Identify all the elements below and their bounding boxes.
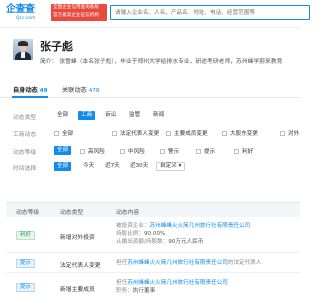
tab-count: 478 bbox=[88, 88, 100, 94]
dynamic-content: 担任苏州峰峰火火简几州旅行社有限责任公司的法定代表人 bbox=[116, 260, 262, 266]
person-profile: 张子彪 简介： 张雪峰（本名张子彪），毕业于郑州大学给排水专业，研途考研老师，苏… bbox=[0, 36, 300, 72]
dynamic-type: 法定代表人变更 bbox=[60, 263, 101, 269]
checkbox-icon bbox=[80, 149, 85, 154]
checkbox-icon bbox=[222, 131, 227, 136]
checkbox-investment[interactable]: 对外 bbox=[280, 129, 299, 137]
checkbox-icon bbox=[166, 131, 171, 136]
tab-label: 自身动态 bbox=[13, 87, 38, 94]
search-input[interactable] bbox=[115, 7, 305, 19]
table-row: 利好 新增对外投资 被投资企业：苏州峰峰火火简几州旅行社有限责任公司 持股比例：… bbox=[6, 217, 300, 253]
table-row: 提示 法定代表人变更 担任苏州峰峰火火简几州旅行社有限责任公司的法定代表人 bbox=[6, 253, 300, 273]
tab-count: 49 bbox=[39, 88, 48, 94]
filter-row-time: 时间选择 全部 今天 近7天 近30天 自定义 ▾ bbox=[0, 161, 300, 173]
qcc-logo[interactable]: 企查查 Qcc.com bbox=[6, 3, 50, 23]
checkbox-warning[interactable]: 警示 bbox=[160, 147, 179, 155]
credit-banner: 全国企业信用查询系统 官方备案企业征信机构 bbox=[51, 4, 107, 21]
time-option-30days[interactable]: 近30天 bbox=[127, 162, 151, 171]
active-tab-indicator bbox=[12, 96, 48, 98]
checkbox-icon bbox=[120, 149, 125, 154]
filter-row-level: 动态等级 全部 高风险 中风险 警示 提示 利好 bbox=[0, 145, 300, 157]
time-option-7days[interactable]: 近7天 bbox=[102, 162, 123, 171]
checkbox-member-change[interactable]: 主要成员变更 bbox=[166, 129, 208, 137]
checkbox-icon bbox=[234, 149, 239, 154]
checkbox-medium-risk[interactable]: 中风险 bbox=[120, 147, 145, 155]
checkbox-shareholder-change[interactable]: 大股东变更 bbox=[222, 129, 258, 137]
dynamic-content: 被投资企业：苏州峰峰火火简几州旅行社有限责任公司 持股比例：90.00% 认缴出… bbox=[116, 223, 251, 245]
tab-label: 关联动态 bbox=[62, 87, 87, 94]
top-bar: 企查查 Qcc.com 全国企业信用查询系统 官方备案企业征信机构 bbox=[0, 0, 310, 28]
company-link[interactable]: 苏州峰峰火火简几州旅行社有限责任公司 bbox=[150, 223, 251, 229]
dynamic-type: 新增主要成员 bbox=[60, 287, 95, 293]
checkbox-good[interactable]: 利好 bbox=[234, 147, 253, 155]
level-option-all[interactable]: 全部 bbox=[54, 146, 72, 155]
person-name: 张子彪 bbox=[40, 40, 73, 53]
checkbox-icon bbox=[112, 131, 117, 136]
table-row: 提示 新增主要成员 担任苏州峰峰火火简几州旅行社有限责任公司 职务：执行董事 bbox=[6, 273, 300, 300]
checkbox-legal-rep-change[interactable]: 法定代表人变更 bbox=[112, 129, 159, 137]
header-type: 动态类型 bbox=[60, 210, 84, 216]
tab-self-dynamic[interactable]: 自身动态 49 bbox=[13, 85, 48, 94]
filter-label: 动态类型 bbox=[13, 115, 37, 121]
company-link[interactable]: 苏州峰峰火火简几州旅行社有限责任公司 bbox=[127, 280, 228, 286]
time-option-all[interactable]: 全部 bbox=[54, 162, 72, 171]
filter-row-business-type: 工商动态 全部 法定代表人变更 主要成员变更 大股东变更 对外 bbox=[0, 127, 300, 139]
filter-row-dynamic-type: 动态类型 全部 工商 诉讼 监管 新闻 bbox=[0, 110, 300, 122]
filter-option-business[interactable]: 工商 bbox=[78, 111, 96, 120]
checkbox-icon bbox=[54, 131, 59, 136]
banner-line-1: 全国企业信用查询系统 bbox=[53, 5, 99, 10]
time-option-custom[interactable]: 自定义 ▾ bbox=[156, 162, 186, 171]
banner-line-2: 官方备案企业征信机构 bbox=[53, 13, 99, 18]
checkbox-icon bbox=[196, 149, 201, 154]
level-badge-notice: 提示 bbox=[16, 283, 35, 292]
checkbox-icon bbox=[280, 131, 285, 136]
filter-label: 时间选择 bbox=[13, 166, 37, 172]
person-intro: 简介： 张雪峰（本名张子彪），毕业于郑州大学给排水专业，研途考研老师，苏州峰学蔚… bbox=[40, 59, 283, 65]
search-box[interactable] bbox=[110, 5, 310, 20]
header-content: 动态内容 bbox=[116, 210, 140, 216]
dynamic-tabs: 自身动态 49 关联动态 478 bbox=[0, 81, 300, 98]
tab-related-dynamic[interactable]: 关联动态 478 bbox=[62, 85, 99, 94]
table-header: 动态等级 动态类型 动态内容 bbox=[6, 203, 300, 217]
dynamic-type: 新增对外投资 bbox=[60, 235, 95, 241]
company-link[interactable]: 苏州峰峰火火简几州旅行社有限责任公司 bbox=[127, 260, 228, 266]
filter-option-all[interactable]: 全部 bbox=[54, 111, 71, 120]
filter-panel: 动态类型 全部 工商 诉讼 监管 新闻 工商动态 全部 法定代表人变更 主要成员… bbox=[0, 106, 300, 174]
dynamic-content: 担任苏州峰峰火火简几州旅行社有限责任公司 职务：执行董事 bbox=[116, 280, 228, 294]
filter-label: 动态等级 bbox=[13, 150, 37, 156]
filter-option-litigation[interactable]: 诉讼 bbox=[102, 111, 119, 120]
time-option-today[interactable]: 今天 bbox=[80, 162, 97, 171]
filter-option-news[interactable]: 新闻 bbox=[150, 111, 167, 120]
logo-subtext: Qcc.com bbox=[16, 16, 36, 21]
checkbox-notice[interactable]: 提示 bbox=[196, 147, 215, 155]
dynamic-table: 动态等级 动态类型 动态内容 利好 新增对外投资 被投资企业：苏州峰峰火火简几州… bbox=[6, 202, 300, 300]
filter-option-regulation[interactable]: 监管 bbox=[126, 111, 143, 120]
checkbox-all[interactable]: 全部 bbox=[54, 129, 73, 137]
level-badge-notice: 提示 bbox=[16, 259, 35, 268]
logo-text: 企查查 bbox=[6, 4, 35, 15]
checkbox-high-risk[interactable]: 高风险 bbox=[80, 147, 105, 155]
avatar bbox=[13, 39, 33, 60]
level-badge-good: 利好 bbox=[16, 231, 35, 240]
filter-label: 工商动态 bbox=[13, 132, 37, 138]
header-level: 动态等级 bbox=[16, 210, 40, 216]
checkbox-icon bbox=[160, 149, 165, 154]
